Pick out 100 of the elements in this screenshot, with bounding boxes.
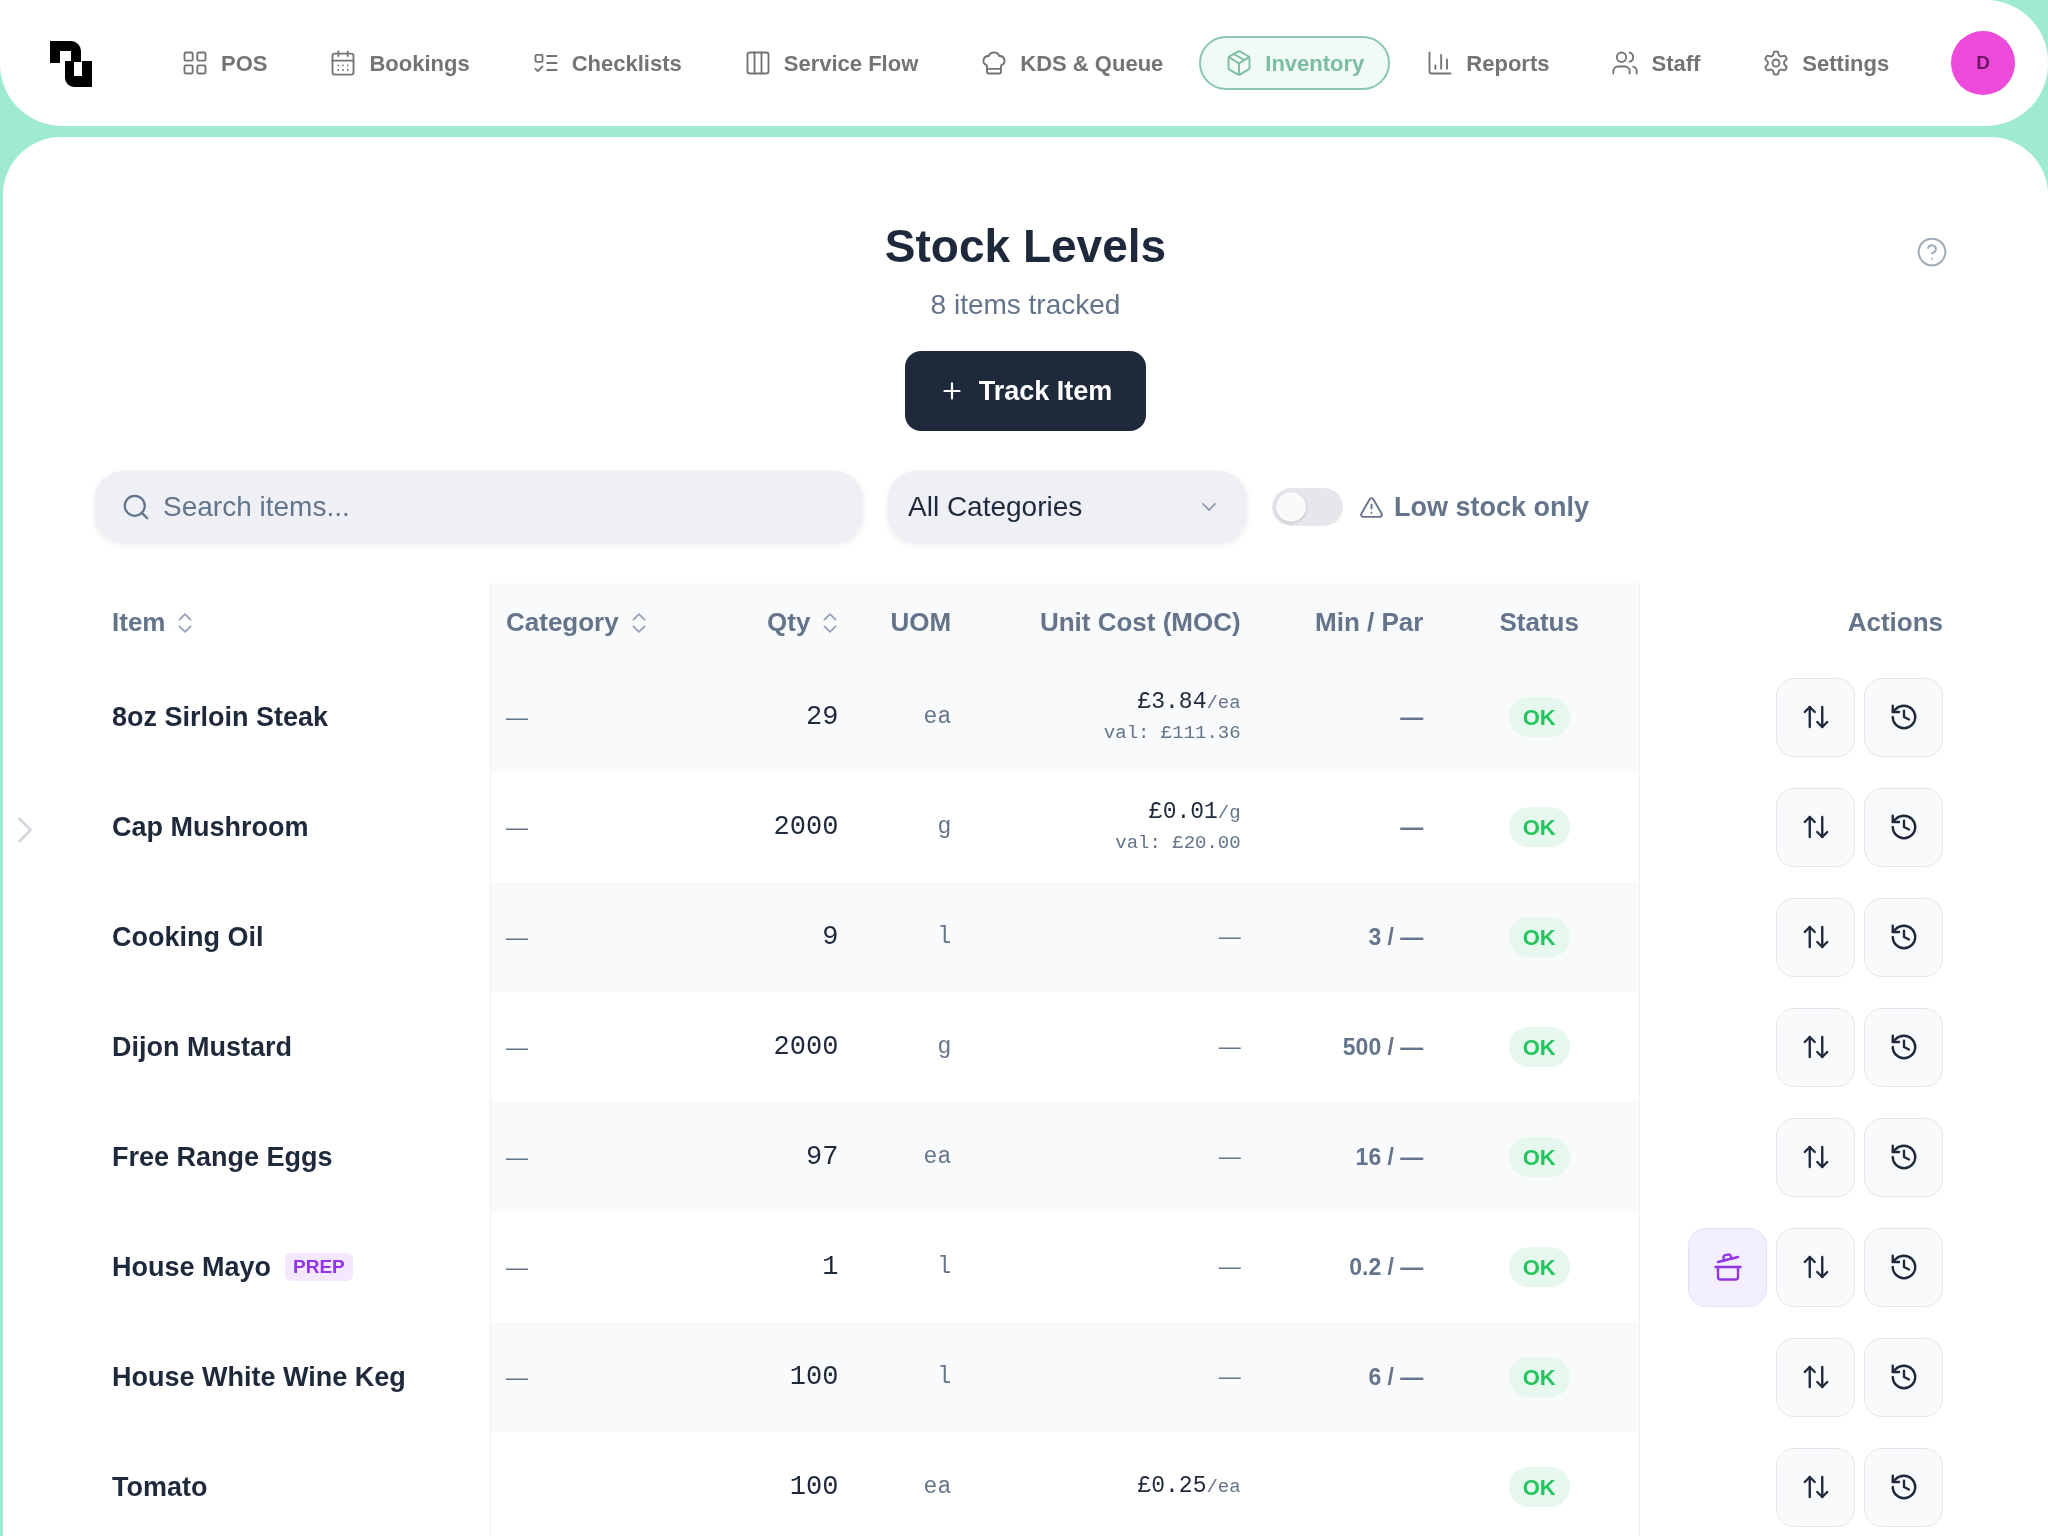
unit-cost-text: £3.84/ea: [1137, 688, 1241, 717]
unit-text: g: [937, 812, 952, 842]
adjust-stock-button[interactable]: [1776, 1117, 1855, 1197]
nav-tab[interactable]: Service Flow: [717, 36, 945, 90]
nav-tab[interactable]: POS: [155, 36, 294, 90]
adjust-stock-button[interactable]: [1776, 677, 1855, 757]
history-button[interactable]: [1864, 897, 1943, 977]
history-button[interactable]: [1864, 1227, 1943, 1307]
category-text: —: [506, 813, 528, 842]
adjust-stock-button[interactable]: [1776, 1337, 1855, 1417]
adjust-stock-button[interactable]: [1776, 1227, 1855, 1307]
brand-logo[interactable]: [50, 39, 92, 87]
users-icon: [1611, 49, 1640, 77]
history-button[interactable]: [1864, 677, 1943, 757]
item-name: House White Wine Keg: [112, 1360, 406, 1394]
category-text: —: [506, 1363, 528, 1392]
user-avatar[interactable]: D: [1951, 31, 2015, 95]
item-name: House Mayo: [112, 1250, 272, 1284]
quantity-text: 100: [789, 1360, 839, 1394]
min-par-text: —: [1400, 812, 1424, 842]
column-header: UOM: [890, 606, 952, 639]
item-name: Dijon Mustard: [112, 1030, 292, 1064]
search-field[interactable]: Search items...: [95, 471, 863, 543]
status-badge: OK: [1508, 1027, 1570, 1067]
track-item-button[interactable]: Track Item: [904, 351, 1147, 431]
category-text: —: [506, 1033, 528, 1062]
quantity-text: 2000: [773, 810, 839, 844]
item-name: Tomato: [112, 1470, 208, 1504]
column-header: Status: [1499, 606, 1579, 639]
low-stock-toggle[interactable]: [1272, 488, 1343, 526]
quantity-text: 2000: [773, 1030, 839, 1064]
prep-tag: PREP: [285, 1253, 353, 1281]
item-name: 8oz Sirloin Steak: [112, 700, 329, 734]
sort-icon: [822, 612, 839, 633]
status-badge: OK: [1508, 807, 1570, 847]
status-badge: OK: [1508, 1357, 1570, 1397]
unit-text: l: [937, 1252, 952, 1282]
quantity-text: 29: [805, 700, 839, 734]
nav-tab[interactable]: Reports: [1400, 36, 1576, 90]
adjust-stock-button[interactable]: [1776, 787, 1855, 867]
column-header[interactable]: Category: [506, 603, 647, 642]
unit-cost-text: £0.01/g: [1148, 798, 1241, 827]
quantity-text: 100: [789, 1470, 839, 1504]
item-name: Cap Mushroom: [112, 810, 309, 844]
low-stock-label: Low stock only: [1394, 490, 1590, 524]
sort-icon: [177, 612, 194, 633]
column-header[interactable]: Qty: [767, 603, 839, 642]
nav-tab[interactable]: Bookings: [303, 36, 496, 90]
history-button[interactable]: [1864, 1007, 1943, 1087]
unit-cost-text: —: [1218, 922, 1241, 951]
min-par-text: 16 / —: [1355, 1142, 1424, 1172]
column-header: Min / Par: [1315, 606, 1424, 639]
unit-cost-text: —: [1218, 1032, 1241, 1061]
unit-text: g: [937, 1032, 952, 1062]
min-par-text: 3 / —: [1368, 922, 1424, 952]
unit-text: ea: [923, 702, 952, 732]
category-text: —: [506, 923, 528, 952]
unit-text: ea: [923, 1472, 952, 1502]
category-text: —: [506, 703, 528, 732]
cooking-pot-icon: [1712, 1252, 1743, 1282]
page-subtitle: 8 items tracked: [930, 288, 1121, 322]
history-button[interactable]: [1864, 1337, 1943, 1417]
unit-cost-text: —: [1218, 1252, 1241, 1281]
nav-tab[interactable]: Settings: [1736, 36, 1916, 90]
category-text: —: [506, 1253, 528, 1282]
column-header: Actions: [1847, 606, 1943, 639]
column-header[interactable]: Item: [112, 603, 194, 642]
category-dropdown[interactable]: All Categories: [888, 471, 1247, 543]
status-badge: OK: [1508, 1467, 1570, 1507]
search-icon: [121, 492, 151, 522]
history-button[interactable]: [1864, 1447, 1943, 1527]
min-par-text: —: [1400, 702, 1424, 732]
status-badge: OK: [1508, 1247, 1570, 1287]
stock-value-text: val: £111.36: [1103, 721, 1241, 746]
help-icon: [1916, 236, 1948, 268]
status-badge: OK: [1508, 697, 1570, 737]
nav-tab[interactable]: Staff: [1585, 36, 1727, 90]
adjust-stock-button[interactable]: [1776, 1447, 1855, 1527]
history-button[interactable]: [1864, 1117, 1943, 1197]
status-badge: OK: [1508, 1137, 1570, 1177]
quantity-text: 9: [822, 920, 839, 954]
unit-text: ea: [923, 1142, 952, 1172]
warning-icon: [1359, 494, 1384, 520]
stock-value-text: val: £20.00: [1115, 831, 1241, 856]
min-par-text: 0.2 / —: [1349, 1252, 1424, 1282]
unit-text: l: [937, 1362, 952, 1392]
adjust-stock-button[interactable]: [1776, 897, 1855, 977]
nav-tab[interactable]: Checklists: [505, 36, 708, 90]
sort-icon: [630, 612, 647, 633]
item-name: Cooking Oil: [112, 920, 264, 954]
min-par-text: 500 / —: [1342, 1032, 1424, 1062]
column-header: Unit Cost (MOC): [1039, 606, 1241, 639]
prep-button[interactable]: [1688, 1227, 1767, 1307]
status-badge: OK: [1508, 917, 1570, 957]
unit-text: l: [937, 922, 952, 952]
settings-icon: [1762, 49, 1791, 77]
item-name: Free Range Eggs: [112, 1140, 333, 1174]
history-button[interactable]: [1864, 787, 1943, 867]
nav-tab[interactable]: KDS & Queue: [954, 36, 1190, 90]
adjust-stock-button[interactable]: [1776, 1007, 1855, 1087]
